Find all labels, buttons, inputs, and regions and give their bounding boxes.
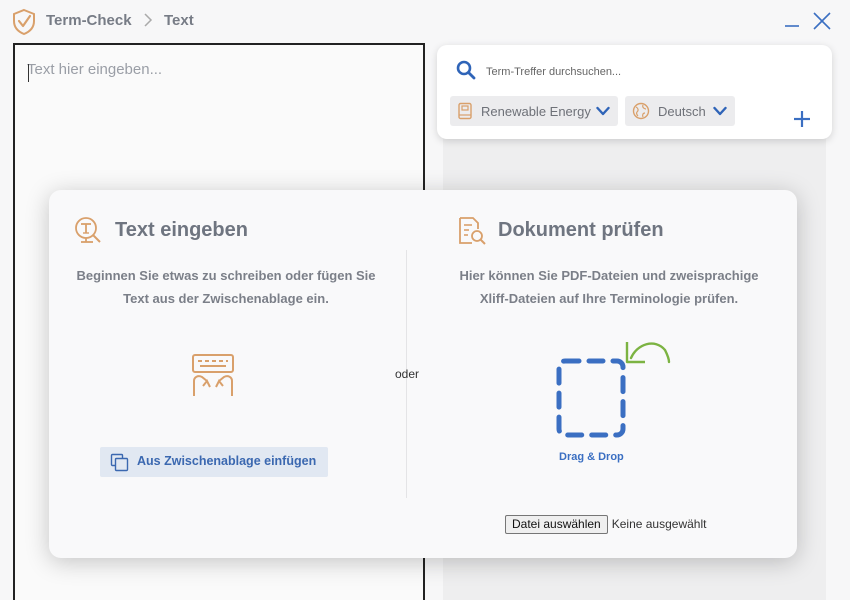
keyboard-typing-icon [192,354,234,396]
language-select-value: Deutsch [658,103,706,119]
file-status: Keine ausgewählt [611,517,707,531]
app-name: Term-Check [46,12,132,29]
language-select[interactable]: Deutsch [625,96,735,126]
plus-icon[interactable] [792,109,812,129]
text-section-title: Text eingeben [115,219,248,241]
close-icon[interactable] [812,11,832,31]
domain-select-value: Renewable Energy [481,103,591,119]
or-label: oder [394,367,420,381]
document-search-icon [459,217,486,245]
dashed-file-icon [556,358,626,438]
chevron-down-icon [713,106,727,116]
paste-from-clipboard-button[interactable]: Aus Zwischenablage einfügen [100,447,328,477]
globe-icon [632,102,650,120]
breadcrumb-current: Text [164,12,194,29]
title-bar: Term-Check Text [0,0,850,40]
term-search-input[interactable] [486,62,786,82]
book-icon [458,102,472,120]
start-dialog: oder Text eingeben Beginnen Sie etwas zu… [49,190,797,558]
text-caret [28,64,29,82]
chevron-down-icon [596,106,610,116]
text-search-icon [75,217,101,243]
text-input[interactable] [27,61,407,181]
chevron-right-icon [144,13,153,27]
drag-drop-label: Drag & Drop [559,451,624,463]
document-section-description: Hier können Sie PDF-Dateien und zweispra… [459,268,759,306]
text-section-description: Beginnen Sie etwas zu schreiben oder füg… [76,268,376,306]
file-input: Datei auswählen Keine ausgewählt [505,514,706,534]
minimize-icon[interactable] [783,12,801,30]
choose-file-button[interactable]: Datei auswählen [505,514,608,534]
copy-icon [110,453,129,472]
document-section-title: Dokument prüfen [498,219,664,241]
undo-arrow-icon [625,342,671,364]
term-search-panel: Renewable Energy Deutsch [437,45,832,139]
domain-select[interactable]: Renewable Energy [450,96,618,126]
shield-check-icon [13,8,35,36]
paste-button-label: Aus Zwischenablage einfügen [137,454,317,468]
search-icon[interactable] [456,60,476,80]
file-drop-zone[interactable] [549,336,677,446]
